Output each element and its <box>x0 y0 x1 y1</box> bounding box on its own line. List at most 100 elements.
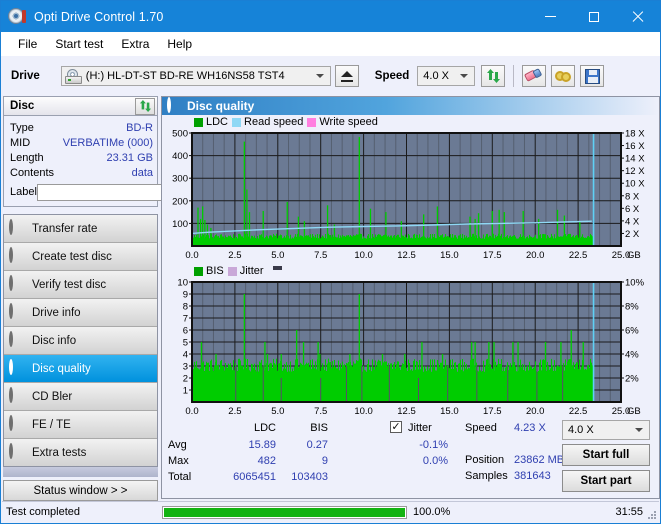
speed-label: Speed <box>374 70 410 82</box>
svg-text:20.0: 20.0 <box>526 250 545 261</box>
sidebar-item-label: FE / TE <box>32 418 71 431</box>
test-speed-select[interactable]: 4.0 X <box>562 420 650 440</box>
ldc-chart[interactable]: 100 200 300 400 500 2 X 4 X6 X 8 X 10 X 12 X 14 X 1… <box>162 129 659 262</box>
legend-write-speed: Write speed <box>307 116 378 128</box>
eject-button[interactable] <box>334 65 359 87</box>
legend-label: BIS <box>206 265 224 277</box>
drive-label: Drive <box>11 70 40 82</box>
status-text: Test completed <box>6 506 80 518</box>
sidebar-item-extra-tests[interactable]: Extra tests <box>4 439 157 466</box>
menu-start-test[interactable]: Start test <box>46 34 112 54</box>
stats-avg-ldc: 15.89 <box>248 439 276 451</box>
erase-button[interactable] <box>522 65 547 87</box>
sidebar-item-disc-quality[interactable]: Disc quality <box>4 355 157 383</box>
sidebar-item-cd-bler[interactable]: CD Bler <box>4 383 157 411</box>
legend-swatch-read-speed <box>232 117 242 127</box>
sidebar-item-label: Disc quality <box>32 362 91 375</box>
close-button[interactable] <box>616 1 660 32</box>
progress-percent: 100.0% <box>413 506 451 518</box>
menu-bar: File Start test Extra Help <box>1 32 660 56</box>
sidebar-item-drive-info[interactable]: Drive info <box>4 299 157 327</box>
svg-text:22.5: 22.5 <box>569 250 588 261</box>
svg-text:5.0: 5.0 <box>271 406 284 417</box>
svg-text:12 X: 12 X <box>625 166 645 177</box>
stats-position-value: 23862 MB <box>514 454 565 466</box>
refresh-icon <box>486 69 500 83</box>
svg-text:8: 8 <box>183 302 188 313</box>
panel-header: Disc quality <box>162 97 659 115</box>
disc-refresh-button[interactable] <box>135 97 155 115</box>
drive-select[interactable]: (H:) HL-DT-ST BD-RE WH16NS58 TST4 <box>60 66 331 86</box>
disc-key: MID <box>10 136 31 149</box>
svg-text:6 X: 6 X <box>625 204 640 215</box>
drive-icon <box>64 68 82 84</box>
sidebar-item-disc-info[interactable]: Disc info <box>4 327 157 355</box>
drive-toolbar: Drive (H:) HL-DT-ST BD-RE WH16NS58 TST4 … <box>1 56 660 96</box>
sidebar-item-create-test-disc[interactable]: Create test disc <box>4 243 157 271</box>
svg-text:500: 500 <box>172 129 188 140</box>
menu-extra[interactable]: Extra <box>112 34 158 54</box>
legend-label: LDC <box>206 116 229 128</box>
svg-text:10.0: 10.0 <box>354 406 373 417</box>
eject-icon <box>340 70 353 77</box>
legend-jitter: Jitter <box>227 265 264 277</box>
toolbar-separator <box>513 65 515 87</box>
disc-key: Type <box>10 121 34 134</box>
minimize-icon <box>544 16 556 17</box>
stats-col-jitter: Jitter <box>408 422 432 434</box>
window-title: Opti Drive Control 1.70 <box>34 9 164 24</box>
svg-text:3: 3 <box>183 362 188 373</box>
window-controls <box>528 1 660 32</box>
application-window: Opti Drive Control 1.70 File Start test … <box>0 0 661 524</box>
speed-select[interactable]: 4.0 X <box>417 66 476 86</box>
sidebar-item-fe-te[interactable]: FE / TE <box>4 411 157 439</box>
resize-grip[interactable] <box>646 509 656 519</box>
svg-text:5: 5 <box>183 338 188 349</box>
tools-button[interactable] <box>551 65 576 87</box>
legend-ldc: LDC <box>194 116 228 128</box>
disc-icon <box>9 359 26 376</box>
svg-text:0.0: 0.0 <box>185 250 198 261</box>
save-button[interactable] <box>580 65 605 87</box>
disc-icon <box>9 303 26 320</box>
disc-panel-header: Disc <box>3 96 158 116</box>
disc-value: data <box>131 166 153 179</box>
legend-swatch-jitter <box>227 266 237 276</box>
close-icon <box>632 11 644 23</box>
maximize-icon <box>589 11 599 22</box>
sidebar-item-verify-test-disc[interactable]: Verify test disc <box>4 271 157 299</box>
disc-key: Contents <box>10 166 55 179</box>
svg-text:14 X: 14 X <box>625 154 645 165</box>
svg-text:GB: GB <box>627 250 641 261</box>
sidebar-item-transfer-rate[interactable]: Transfer rate <box>4 215 157 243</box>
maximize-button[interactable] <box>572 1 616 32</box>
minimize-button[interactable] <box>528 1 572 32</box>
svg-text:100: 100 <box>172 219 188 230</box>
svg-text:10: 10 <box>177 278 188 289</box>
save-icon <box>584 68 600 84</box>
svg-text:12.5: 12.5 <box>397 406 416 417</box>
svg-text:4: 4 <box>183 350 188 361</box>
svg-text:17.5: 17.5 <box>483 406 502 417</box>
stats-row-key-total: Total <box>168 471 192 483</box>
status-window-button[interactable]: Status window > > <box>3 480 158 501</box>
disc-row-type: Type BD-R <box>10 120 153 135</box>
jitter-checkbox[interactable]: ✓ <box>390 421 402 433</box>
svg-text:20.0: 20.0 <box>526 406 545 417</box>
start-full-button[interactable]: Start full <box>562 444 650 466</box>
disc-icon <box>9 387 26 404</box>
sidebar-item-label: Transfer rate <box>32 222 98 235</box>
refresh-icon <box>139 100 151 112</box>
svg-text:2 X: 2 X <box>625 229 640 240</box>
menu-help[interactable]: Help <box>158 34 201 54</box>
svg-text:10%: 10% <box>625 278 645 289</box>
legend-swatch-write-speed <box>307 117 317 127</box>
start-part-button[interactable]: Start part <box>562 470 650 492</box>
sidebar-item-label: Disc info <box>32 334 77 347</box>
menu-file[interactable]: File <box>9 34 46 54</box>
bis-chart[interactable]: 1 2 3 4 5 6 7 8 9 10 2% 4% 6% 8% 10% 0.0 2.5 5.0 7.5 10.0 12… <box>162 278 659 418</box>
svg-text:200: 200 <box>172 196 188 207</box>
svg-text:7.5: 7.5 <box>314 250 327 261</box>
refresh-button[interactable] <box>481 65 506 87</box>
svg-text:15.0: 15.0 <box>440 250 459 261</box>
